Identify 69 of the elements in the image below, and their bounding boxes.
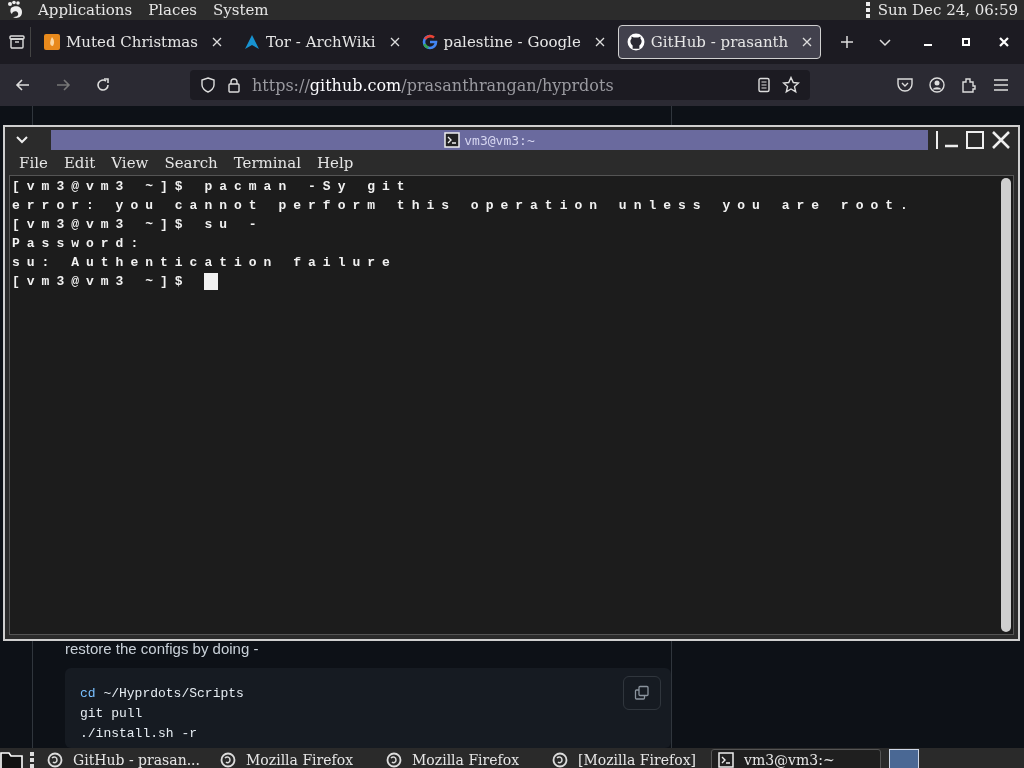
minimize-icon[interactable] bbox=[936, 130, 958, 150]
terminal-line: [vm3@vm3 ~]$ pacman -Sy git bbox=[12, 178, 412, 196]
window-title-bar[interactable]: vm3@vm3:~ bbox=[51, 130, 928, 150]
firefox-icon bbox=[220, 752, 236, 768]
terminal-icon bbox=[718, 752, 734, 768]
clock[interactable]: Sun Dec 24, 06:59 bbox=[877, 1, 1018, 19]
firefox-icon bbox=[386, 752, 402, 768]
reload-icon[interactable] bbox=[94, 76, 112, 94]
terminal-line: [vm3@vm3 ~]$ bbox=[12, 273, 191, 291]
menu-item[interactable]: View bbox=[103, 154, 157, 172]
plus-icon[interactable] bbox=[839, 34, 856, 50]
reader-icon[interactable] bbox=[756, 77, 772, 93]
address-bar[interactable]: https://github.com/prasanthrangan/hyprdots bbox=[190, 70, 810, 100]
shield-icon bbox=[200, 77, 216, 93]
firefox-icon bbox=[47, 752, 63, 768]
taskbar-item[interactable]: Mozilla Firefox bbox=[213, 749, 373, 768]
taskbar-item[interactable]: vm3@vm3:~ bbox=[711, 749, 881, 768]
window-title: vm3@vm3:~ bbox=[464, 132, 535, 148]
g-icon bbox=[421, 34, 438, 50]
arch-icon bbox=[244, 34, 260, 50]
terminal-icon bbox=[444, 132, 461, 148]
browser-tab[interactable]: Muted Christmas bbox=[35, 25, 231, 59]
taskbar-item[interactable]: [Mozilla Firefox] bbox=[545, 749, 705, 768]
browser-tab[interactable]: GitHub - prasanth bbox=[617, 25, 822, 59]
menu-icon[interactable] bbox=[992, 76, 1010, 94]
panel-menu[interactable]: Applications bbox=[34, 1, 137, 19]
menu-item[interactable]: Search bbox=[156, 154, 226, 172]
close-icon[interactable] bbox=[212, 37, 222, 47]
copy-button[interactable] bbox=[623, 676, 661, 710]
close-icon[interactable] bbox=[389, 37, 400, 47]
star-icon[interactable] bbox=[782, 76, 800, 94]
terminal-line: su: Authentication failure bbox=[12, 254, 397, 272]
menu-item[interactable]: File bbox=[11, 154, 56, 172]
browser-tab[interactable]: Tor - ArchWiki bbox=[235, 25, 409, 59]
menu-item[interactable]: Help bbox=[309, 154, 362, 172]
firefox-icon bbox=[552, 752, 568, 768]
copy-icon bbox=[634, 685, 650, 701]
menu-item[interactable]: Edit bbox=[55, 154, 104, 172]
panel-menu[interactable]: System bbox=[209, 1, 273, 19]
close-icon[interactable] bbox=[802, 37, 813, 47]
maximize-icon[interactable] bbox=[966, 131, 984, 149]
flame-icon bbox=[44, 34, 60, 50]
menu-item[interactable]: Terminal bbox=[225, 154, 309, 172]
cursor bbox=[204, 273, 219, 290]
tab-list-icon[interactable] bbox=[8, 33, 26, 51]
handle-icon[interactable] bbox=[30, 751, 34, 768]
terminal-line: Password: bbox=[12, 235, 146, 253]
code-line: ./install.sh -r bbox=[80, 725, 198, 743]
code-line: git pull bbox=[80, 705, 143, 723]
terminal-area[interactable]: [vm3@vm3 ~]$ pacman -Sy git error: you cannot perform this operation unless you are root. [vm3@vm3 ~]$ su - Password: su: Authentication failure [vm3@vm3 ~]$ bbox=[9, 175, 1014, 635]
puzzle-icon[interactable] bbox=[960, 76, 978, 94]
account-icon[interactable] bbox=[928, 76, 946, 94]
terminal-line: [vm3@vm3 ~]$ su - bbox=[12, 216, 264, 234]
close-icon[interactable] bbox=[594, 37, 605, 47]
panel-menu[interactable]: Places bbox=[144, 1, 201, 19]
terminal-line: error: you cannot perform this operation unless you are root. bbox=[12, 197, 915, 215]
paragraph: restore the configs by doing - bbox=[65, 640, 260, 658]
code-line: cd ~/Hyprdots/Scripts bbox=[80, 685, 244, 703]
lock-icon bbox=[226, 77, 242, 93]
github-icon bbox=[626, 33, 645, 51]
browser-tab[interactable]: palestine - Google bbox=[412, 25, 614, 59]
taskbar-item[interactable]: Mozilla Firefox bbox=[379, 749, 539, 768]
taskbar-item[interactable]: GitHub - prasan... bbox=[40, 749, 207, 768]
pocket-icon[interactable] bbox=[896, 76, 914, 94]
handle-icon[interactable] bbox=[865, 1, 870, 19]
close-icon[interactable] bbox=[992, 131, 1010, 149]
maximize-icon[interactable] bbox=[960, 36, 972, 48]
workspace-switcher[interactable] bbox=[889, 749, 919, 768]
scrollbar[interactable] bbox=[1001, 178, 1011, 632]
